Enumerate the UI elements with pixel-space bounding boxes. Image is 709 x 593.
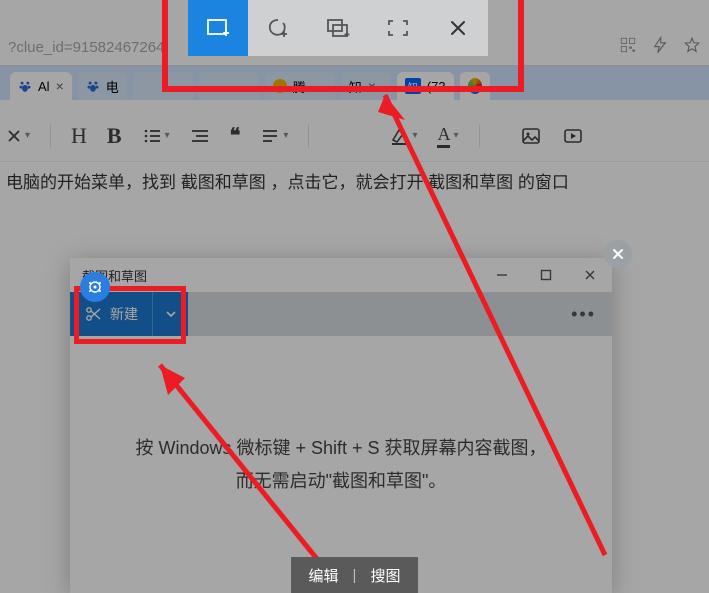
message-line-2: 而无需启动"截图和草图"。 bbox=[135, 465, 546, 497]
baidu-icon bbox=[18, 79, 32, 93]
snip-mode-bar bbox=[188, 0, 488, 56]
window-body: 按 Windows 微标键 + Shift + S 获取屏幕内容截图， 而无需启… bbox=[70, 336, 612, 593]
snip-fullscreen-button[interactable] bbox=[368, 0, 428, 56]
snip-rect-button[interactable] bbox=[188, 0, 248, 56]
zhihu-icon: 知 bbox=[405, 78, 421, 94]
body-text: 电脑的开始菜单，找到 截图和草图 ，点击它，就会打开 截图和草图 的窗口 bbox=[0, 168, 709, 193]
browser-icon bbox=[468, 78, 482, 94]
snip-sketch-window: 截图和草图 新建 ••• 按 Windows 微标键 + Shift + S 获… bbox=[70, 258, 612, 593]
close-icon[interactable]: × bbox=[368, 78, 376, 94]
more-button[interactable]: ••• bbox=[571, 304, 596, 325]
window-titlebar: 截图和草图 bbox=[70, 258, 612, 292]
minimize-button[interactable] bbox=[480, 258, 524, 292]
tab-8[interactable] bbox=[460, 72, 490, 100]
new-button[interactable]: 新建 bbox=[70, 292, 152, 336]
baidu-icon bbox=[86, 79, 100, 93]
bold-button[interactable]: B bbox=[107, 123, 122, 149]
image-button[interactable] bbox=[520, 125, 542, 147]
lightning-icon[interactable] bbox=[651, 36, 669, 59]
new-button-label: 新建 bbox=[110, 304, 138, 324]
heading-button[interactable]: H bbox=[71, 123, 87, 149]
divider: | bbox=[353, 567, 357, 584]
close-format-icon[interactable]: ▾ bbox=[6, 128, 30, 144]
maximize-button[interactable] bbox=[524, 258, 568, 292]
snip-freeform-button[interactable] bbox=[248, 0, 308, 56]
tab-strip: Al × 电 腾 知 × 知 (73 bbox=[0, 66, 709, 100]
tab-label: 腾 bbox=[293, 77, 306, 96]
align-button[interactable]: ▾ bbox=[260, 126, 288, 146]
tab-2[interactable]: 电 bbox=[78, 72, 127, 100]
tab-label: 电 bbox=[106, 77, 119, 96]
qr-icon[interactable] bbox=[619, 36, 637, 59]
image-action-bar: 编辑 | 搜图 bbox=[291, 557, 419, 593]
tab-5[interactable]: 腾 bbox=[265, 72, 335, 100]
quote-button[interactable]: ❝ bbox=[230, 123, 241, 148]
tab-label: (73 bbox=[427, 79, 446, 94]
close-button[interactable] bbox=[568, 258, 612, 292]
indent-button[interactable] bbox=[190, 126, 210, 146]
window-toolbar: 新建 ••• bbox=[70, 292, 612, 336]
list-button[interactable]: ▾ bbox=[142, 126, 170, 146]
star-icon[interactable] bbox=[683, 36, 701, 59]
tencent-icon bbox=[273, 79, 287, 93]
tab-6[interactable]: 知 × bbox=[341, 72, 391, 100]
tab-label: 知 bbox=[349, 77, 362, 96]
close-icon[interactable]: × bbox=[56, 78, 64, 94]
snip-window-button[interactable] bbox=[308, 0, 368, 56]
editor-toolbar: ▾ H B ▾ ❝ ▾ ▾ A▾ bbox=[0, 110, 709, 162]
scissors-icon bbox=[84, 305, 102, 323]
tab-3[interactable] bbox=[133, 72, 193, 100]
snip-close-button[interactable] bbox=[428, 0, 488, 56]
edit-button[interactable]: 编辑 bbox=[309, 565, 339, 586]
new-button-chevron[interactable] bbox=[152, 292, 188, 336]
text-color-button[interactable]: A▾ bbox=[437, 124, 458, 148]
assistant-badge-icon[interactable] bbox=[80, 272, 110, 302]
message-line-1: 按 Windows 微标键 + Shift + S 获取屏幕内容截图， bbox=[135, 432, 546, 464]
tab-1[interactable]: Al × bbox=[10, 72, 72, 100]
tab-label: Al bbox=[38, 79, 50, 94]
highlight-button[interactable]: ▾ bbox=[389, 126, 417, 146]
tab-7[interactable]: 知 (73 bbox=[397, 72, 454, 100]
search-image-button[interactable]: 搜图 bbox=[370, 565, 400, 586]
tab-4[interactable] bbox=[199, 72, 259, 100]
video-button[interactable] bbox=[562, 125, 584, 147]
overlay-close-button[interactable] bbox=[604, 240, 632, 268]
